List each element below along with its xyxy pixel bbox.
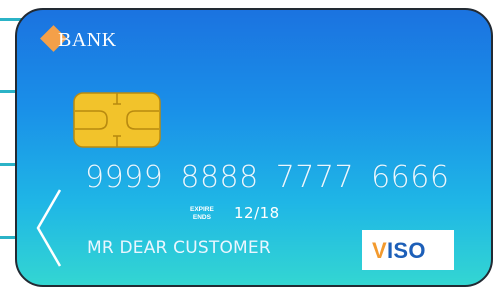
bank-name: BANK: [58, 29, 117, 51]
expire-label-line: ENDS: [192, 214, 211, 221]
chip-icon: [73, 92, 161, 148]
cardholder-name: MR DEAR CUSTOMER: [87, 238, 271, 258]
card-number-group: 8888: [180, 160, 259, 195]
expire-label: EXPIRE ENDS: [190, 206, 214, 222]
expiry-date: 12/18: [234, 204, 280, 222]
card-number-group: 7777: [275, 160, 355, 195]
card-number-group: 9999: [85, 160, 164, 195]
chevron-left-icon: [36, 189, 62, 267]
card-brand-name: VISO: [372, 238, 426, 263]
card-number-group: 6666: [371, 160, 450, 195]
expire-label-line: EXPIRE: [190, 206, 214, 213]
card-brand-logo: VISO: [362, 230, 454, 270]
card-scene: BANK 9999 8888 7777 6666 EXPIRE ENDS 12/18 …: [0, 0, 499, 289]
card-number: 9999 8888 7777 6666: [85, 160, 466, 195]
credit-card: BANK 9999 8888 7777 6666 EXPIRE ENDS 12/18 …: [15, 8, 493, 287]
